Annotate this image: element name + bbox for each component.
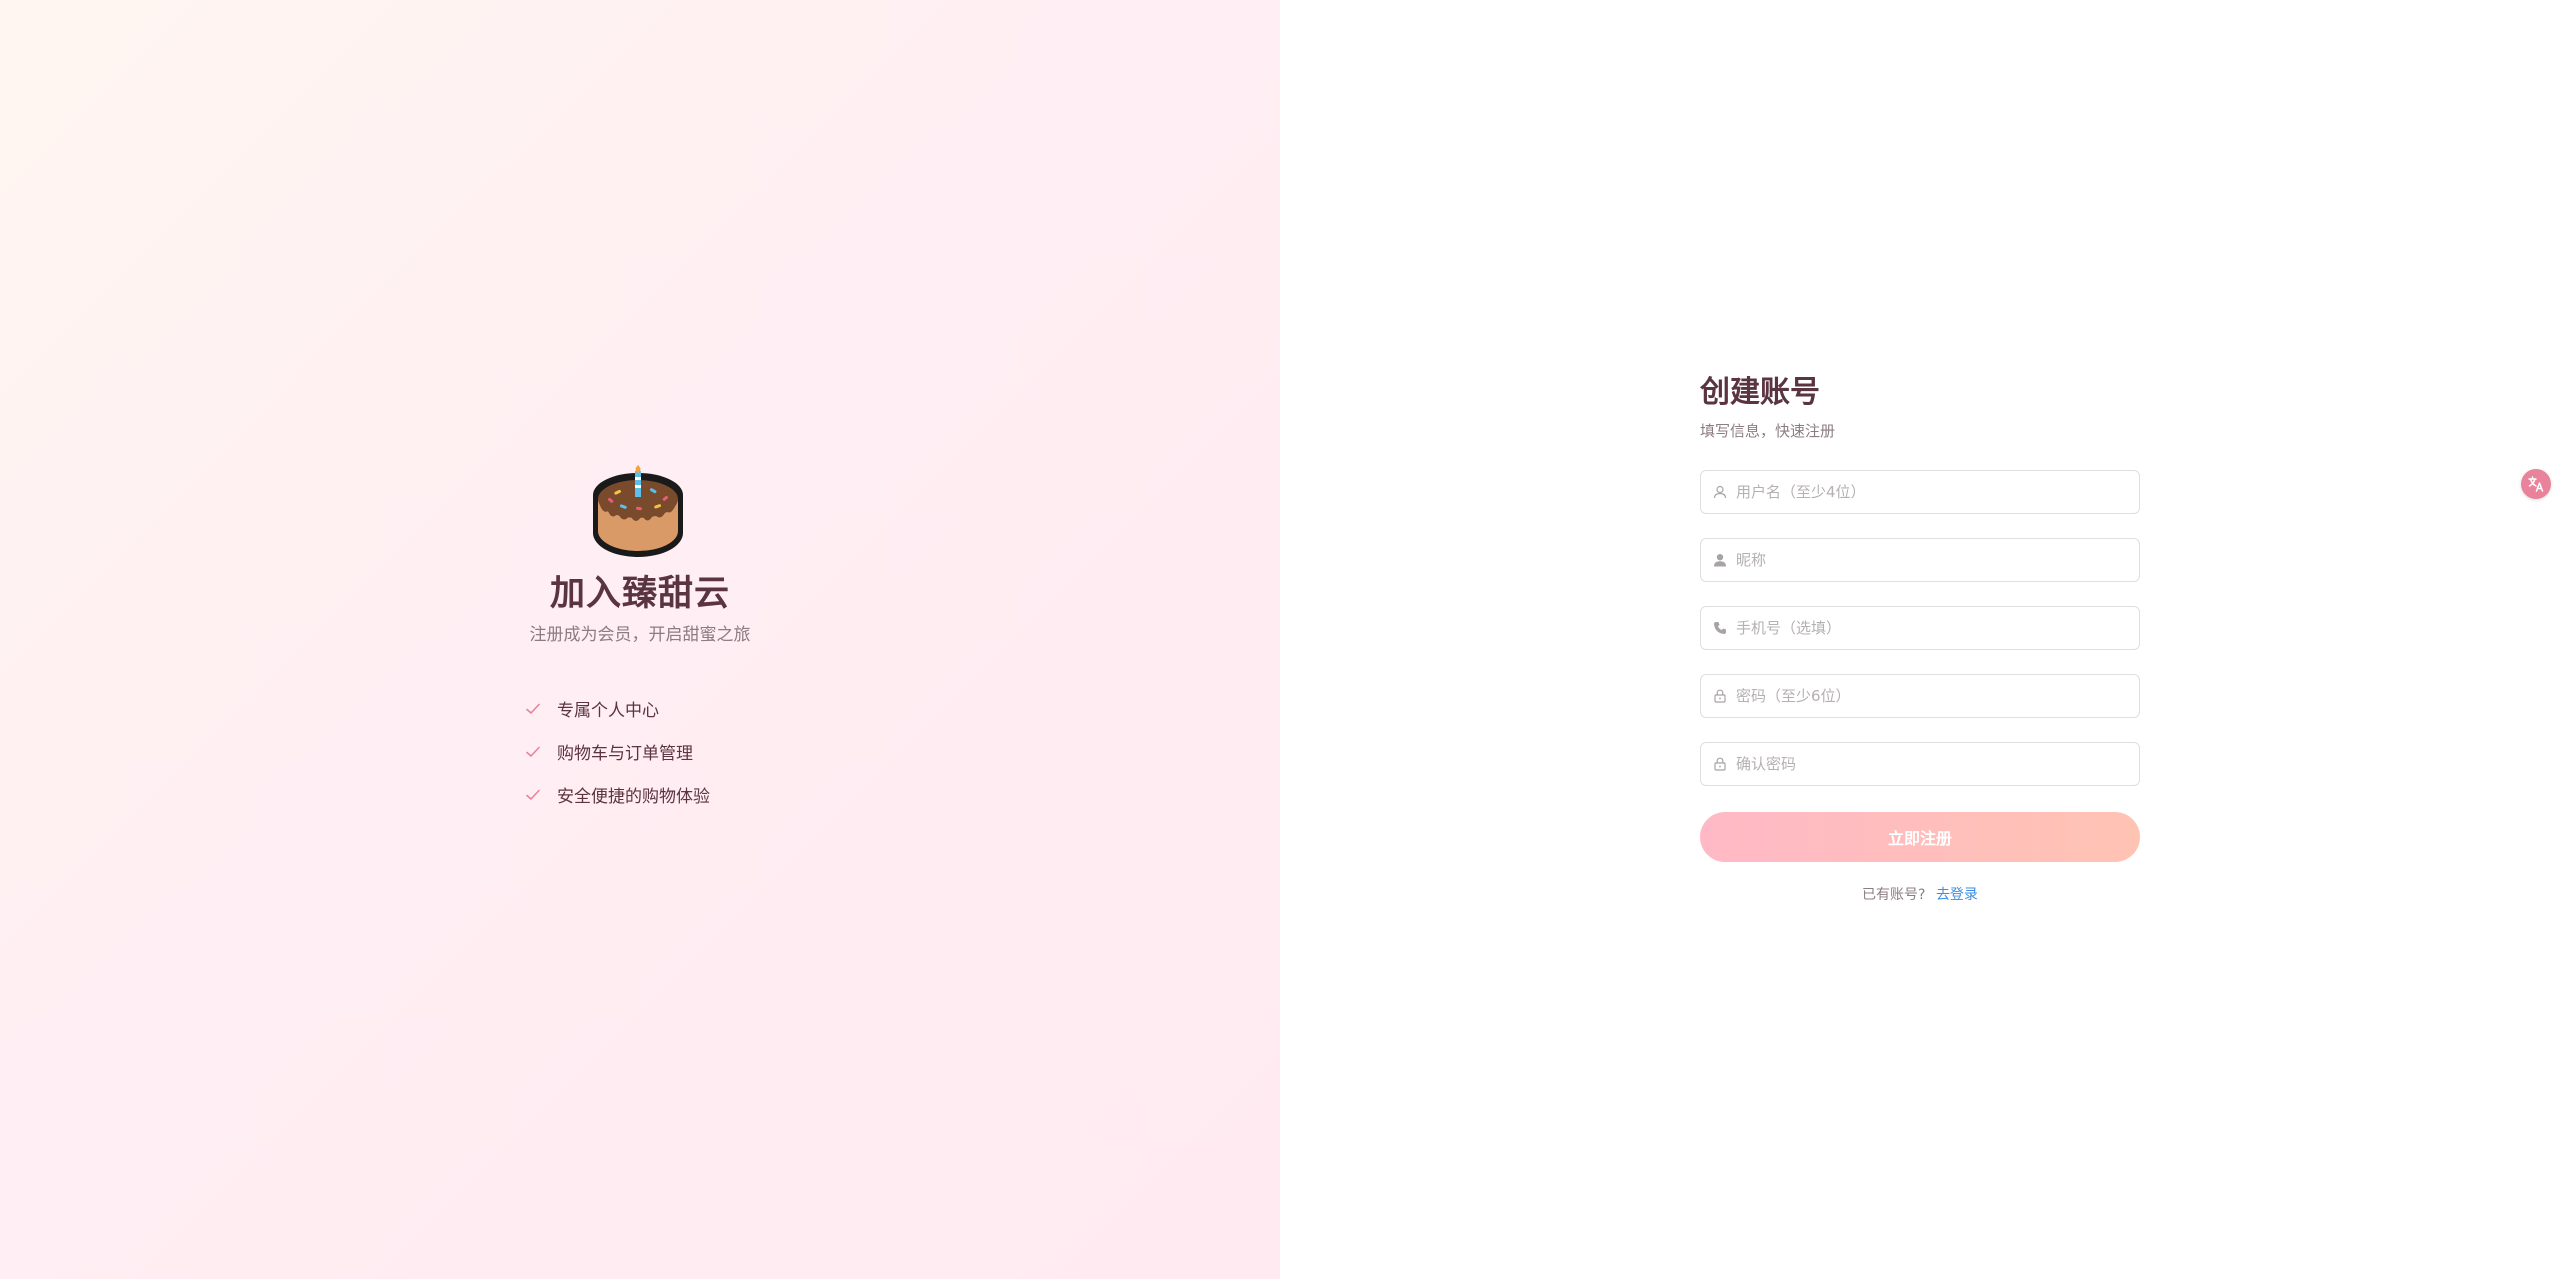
confirm-password-input[interactable] bbox=[1736, 755, 2116, 773]
feature-label: 购物车与订单管理 bbox=[557, 744, 693, 764]
translate-icon bbox=[2528, 476, 2544, 492]
password-input[interactable] bbox=[1736, 687, 2116, 705]
check-icon bbox=[526, 703, 540, 714]
nickname-input[interactable] bbox=[1736, 551, 2116, 569]
user-filled-icon bbox=[1714, 554, 1726, 567]
form-panel: 创建账号 填写信息，快速注册 用户名（至少4位） 昵称 手机号（选填） 立即注册… bbox=[1280, 0, 2560, 1279]
form-fields bbox=[1700, 470, 2140, 786]
check-icon bbox=[526, 746, 540, 757]
confirm-password-field[interactable] bbox=[1700, 742, 2140, 786]
register-form: 创建账号 填写信息，快速注册 用户名（至少4位） 昵称 手机号（选填） 立即注册… bbox=[1700, 372, 2140, 904]
phone-icon bbox=[1714, 622, 1726, 634]
phone-input[interactable] bbox=[1736, 619, 2116, 637]
feature-item: 购物车与订单管理 bbox=[525, 730, 710, 773]
form-title: 创建账号 bbox=[1700, 375, 1820, 410]
login-prompt: 已有账号? 去登录 bbox=[1700, 884, 2140, 904]
lock-icon bbox=[1714, 757, 1726, 771]
feature-label: 专属个人中心 bbox=[557, 701, 659, 721]
password-field[interactable] bbox=[1700, 674, 2140, 718]
username-field[interactable] bbox=[1700, 470, 2140, 514]
lock-icon bbox=[1714, 689, 1726, 703]
brand-title: 加入臻甜云 bbox=[549, 574, 730, 614]
cake-icon bbox=[593, 465, 683, 557]
have-account-text: 已有账号? bbox=[1862, 887, 1926, 903]
user-outline-icon bbox=[1713, 485, 1727, 499]
translate-widget[interactable] bbox=[2521, 469, 2551, 499]
nickname-field[interactable] bbox=[1700, 538, 2140, 582]
feature-list: 专属个人中心 购物车与订单管理 安全便捷的购物体验 bbox=[525, 687, 710, 816]
register-page: 加入臻甜云 注册成为会员，开启甜蜜之旅 专属个人中心 购物车与订单管理 安全便捷… bbox=[0, 0, 2560, 1279]
brand-subtitle: 注册成为会员，开启甜蜜之旅 bbox=[529, 625, 751, 645]
form-subtitle: 填写信息，快速注册 bbox=[1700, 422, 1836, 440]
feature-item: 安全便捷的购物体验 bbox=[525, 773, 710, 816]
register-button[interactable]: 立即注册 bbox=[1700, 812, 2140, 862]
feature-item: 专属个人中心 bbox=[525, 687, 710, 730]
username-input[interactable] bbox=[1736, 483, 2116, 501]
login-link[interactable]: 去登录 bbox=[1936, 887, 1978, 903]
feature-label: 安全便捷的购物体验 bbox=[557, 787, 710, 807]
phone-field[interactable] bbox=[1700, 606, 2140, 650]
brand-panel: 加入臻甜云 注册成为会员，开启甜蜜之旅 专属个人中心 购物车与订单管理 安全便捷… bbox=[0, 0, 1280, 1279]
check-icon bbox=[526, 789, 540, 800]
